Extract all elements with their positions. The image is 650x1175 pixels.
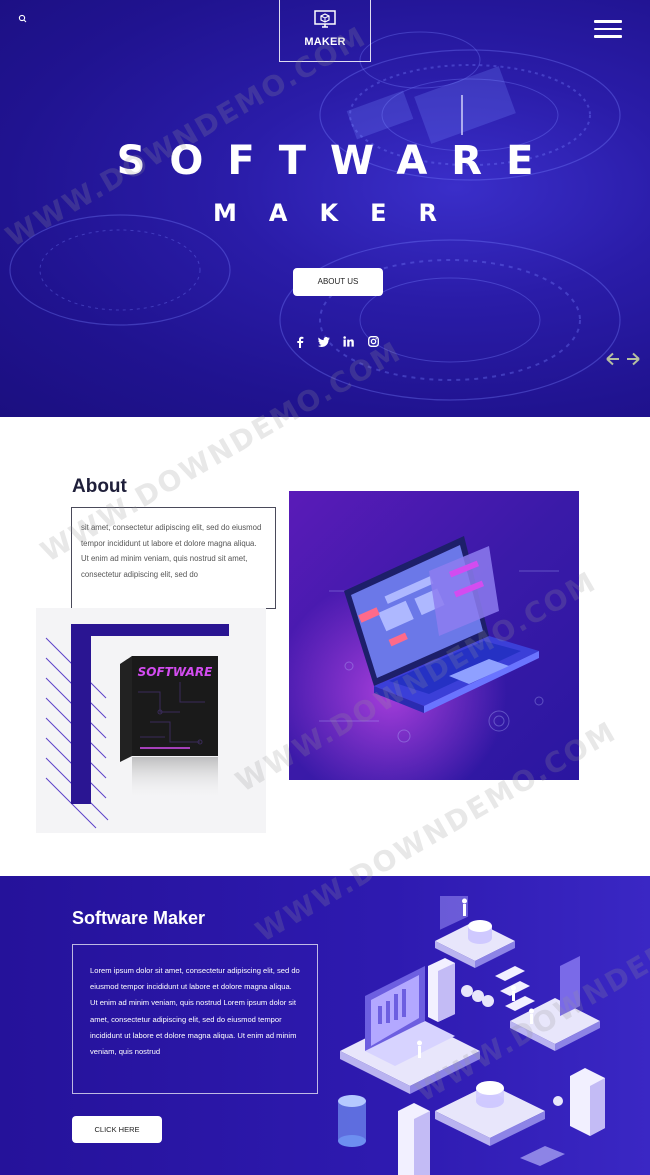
hero-subtitle: MAKER [213, 199, 469, 227]
facebook-icon[interactable] [296, 336, 304, 348]
arrow-left-icon[interactable] [606, 352, 619, 366]
slider-arrows [606, 352, 640, 366]
click-here-button[interactable]: CLICK HERE [72, 1116, 162, 1143]
linkedin-icon[interactable] [343, 336, 354, 347]
about-text-box: sit amet, consectetur adipiscing elit, s… [71, 507, 276, 609]
software-box-label: SOFTWARE [138, 665, 214, 679]
accent-frame-horizontal [71, 624, 229, 636]
hero-section: MAKER SOFTWARE MAKER ABOUT US [0, 0, 650, 417]
accent-frame-vertical [71, 624, 91, 804]
monitor-cube-icon [314, 10, 336, 28]
laptop-illustration [289, 491, 579, 780]
twitter-icon[interactable] [318, 337, 330, 347]
software-maker-section: Software Maker Lorem ipsum dolor sit ame… [0, 876, 650, 1175]
isometric-tech-illustration [338, 896, 605, 1175]
about-us-button[interactable]: ABOUT US [293, 268, 383, 296]
arrow-right-icon[interactable] [627, 352, 640, 366]
software-maker-text: Lorem ipsum dolor sit amet, consectetur … [90, 966, 300, 1057]
logo-text: MAKER [304, 36, 346, 48]
logo[interactable]: MAKER [279, 0, 371, 62]
instagram-icon[interactable] [368, 336, 379, 347]
about-text: sit amet, consectetur adipiscing elit, s… [81, 523, 262, 579]
hero-title: SOFTWARE [116, 138, 558, 184]
search-icon[interactable] [17, 13, 29, 25]
hamburger-menu-icon[interactable] [594, 20, 622, 38]
software-maker-title: Software Maker [72, 908, 206, 928]
about-title: About [72, 476, 127, 497]
software-maker-text-box: Lorem ipsum dolor sit amet, consectetur … [72, 944, 318, 1094]
software-box-image: SOFTWARE [120, 656, 218, 802]
